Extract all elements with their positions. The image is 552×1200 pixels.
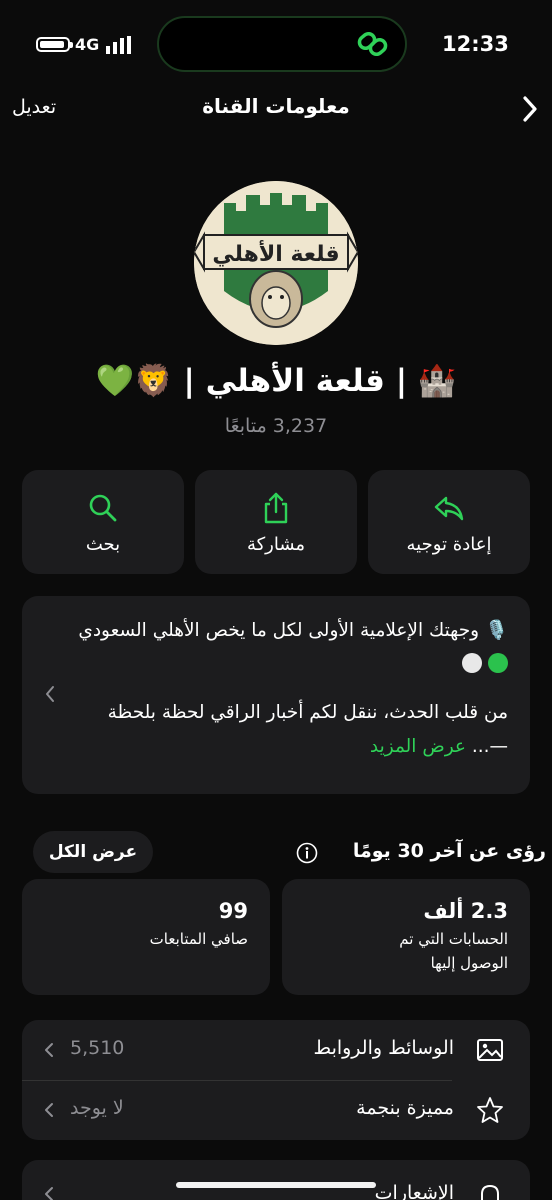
followers-count: 3,237 متابعًا: [224, 415, 328, 437]
channel-logo-image: قلعة الأهلي: [194, 181, 358, 345]
chevron-left-icon: [45, 1043, 53, 1057]
see-more-link[interactable]: عرض المزيد: [370, 736, 466, 757]
settings-list: الوسائط والروابط 5,510 مميزة بنجمة لا يو…: [22, 1020, 530, 1140]
description-line-1: 🎙️ وجهتك الإعلامية الأولى لكل ما يخص الأ…: [68, 614, 508, 682]
chevron-left-icon: [46, 686, 54, 702]
info-icon[interactable]: [296, 842, 318, 864]
share-button[interactable]: مشاركة: [195, 470, 357, 574]
home-indicator[interactable]: [176, 1182, 376, 1188]
photo-icon: [477, 1039, 503, 1061]
forward-icon: [434, 496, 464, 521]
clock: 12:33: [442, 32, 509, 56]
edit-button[interactable]: تعديل: [12, 96, 56, 118]
network-label: 4G: [75, 35, 100, 54]
search-button[interactable]: بحث: [22, 470, 184, 574]
battery-icon: [36, 37, 73, 52]
channel-description[interactable]: 🎙️ وجهتك الإعلامية الأولى لكل ما يخص الأ…: [22, 596, 530, 794]
channel-name: 🏰 | قلعة الأهلي | 🦁💚: [95, 363, 457, 399]
search-icon: [89, 494, 117, 522]
star-icon: [477, 1097, 503, 1123]
see-all-button[interactable]: عرض الكل: [33, 831, 153, 873]
reached-accounts-caption: الحسابات التي تم الوصول إليها: [399, 930, 508, 972]
reached-accounts-value: 2.3 ألف: [423, 899, 508, 923]
reached-accounts-card[interactable]: 2.3 ألف الحسابات التي تم الوصول إليها: [282, 879, 530, 995]
green-circle-emoji: [488, 653, 508, 673]
net-follows-value: 99: [218, 899, 248, 923]
chevron-left-icon: [45, 1103, 53, 1117]
page-title: معلومات القناة: [202, 94, 350, 118]
media-links-label: الوسائط والروابط: [313, 1037, 454, 1059]
bell-icon: [481, 1184, 499, 1200]
avatar-text: قلعة الأهلي: [212, 239, 339, 267]
net-follows-card[interactable]: 99 صافي المتابعات: [22, 879, 270, 995]
notifications-row[interactable]: الإشعارات: [22, 1160, 530, 1200]
insights-title: رؤى عن آخر 30 يومًا: [352, 840, 546, 862]
net-follows-caption: صافي المتابعات: [149, 930, 248, 948]
chevron-left-icon: [45, 1187, 53, 1200]
share-label: مشاركة: [246, 534, 306, 555]
starred-value: لا يوجد: [70, 1097, 124, 1119]
starred-row[interactable]: مميزة بنجمة لا يوجد: [22, 1080, 530, 1140]
share-icon: [264, 492, 288, 524]
channel-avatar[interactable]: قلعة الأهلي: [194, 181, 358, 345]
white-circle-emoji: [462, 653, 483, 673]
link-icon: [357, 31, 388, 57]
media-links-row[interactable]: الوسائط والروابط 5,510: [22, 1020, 530, 1080]
forward-label: إعادة توجيه: [406, 534, 492, 555]
media-links-count: 5,510: [70, 1037, 125, 1059]
search-label: بحث: [85, 534, 121, 555]
status-bar: 4G 12:33: [0, 0, 552, 90]
description-line-2: من قلب الحدث، ننقل لكم أخبار الراقي لحظة…: [107, 702, 508, 757]
dynamic-island: [157, 16, 407, 72]
forward-button[interactable]: إعادة توجيه: [368, 470, 530, 574]
starred-label: مميزة بنجمة: [356, 1097, 454, 1119]
signal-icon: [106, 36, 131, 54]
notifications-label: الإشعارات: [374, 1182, 454, 1200]
